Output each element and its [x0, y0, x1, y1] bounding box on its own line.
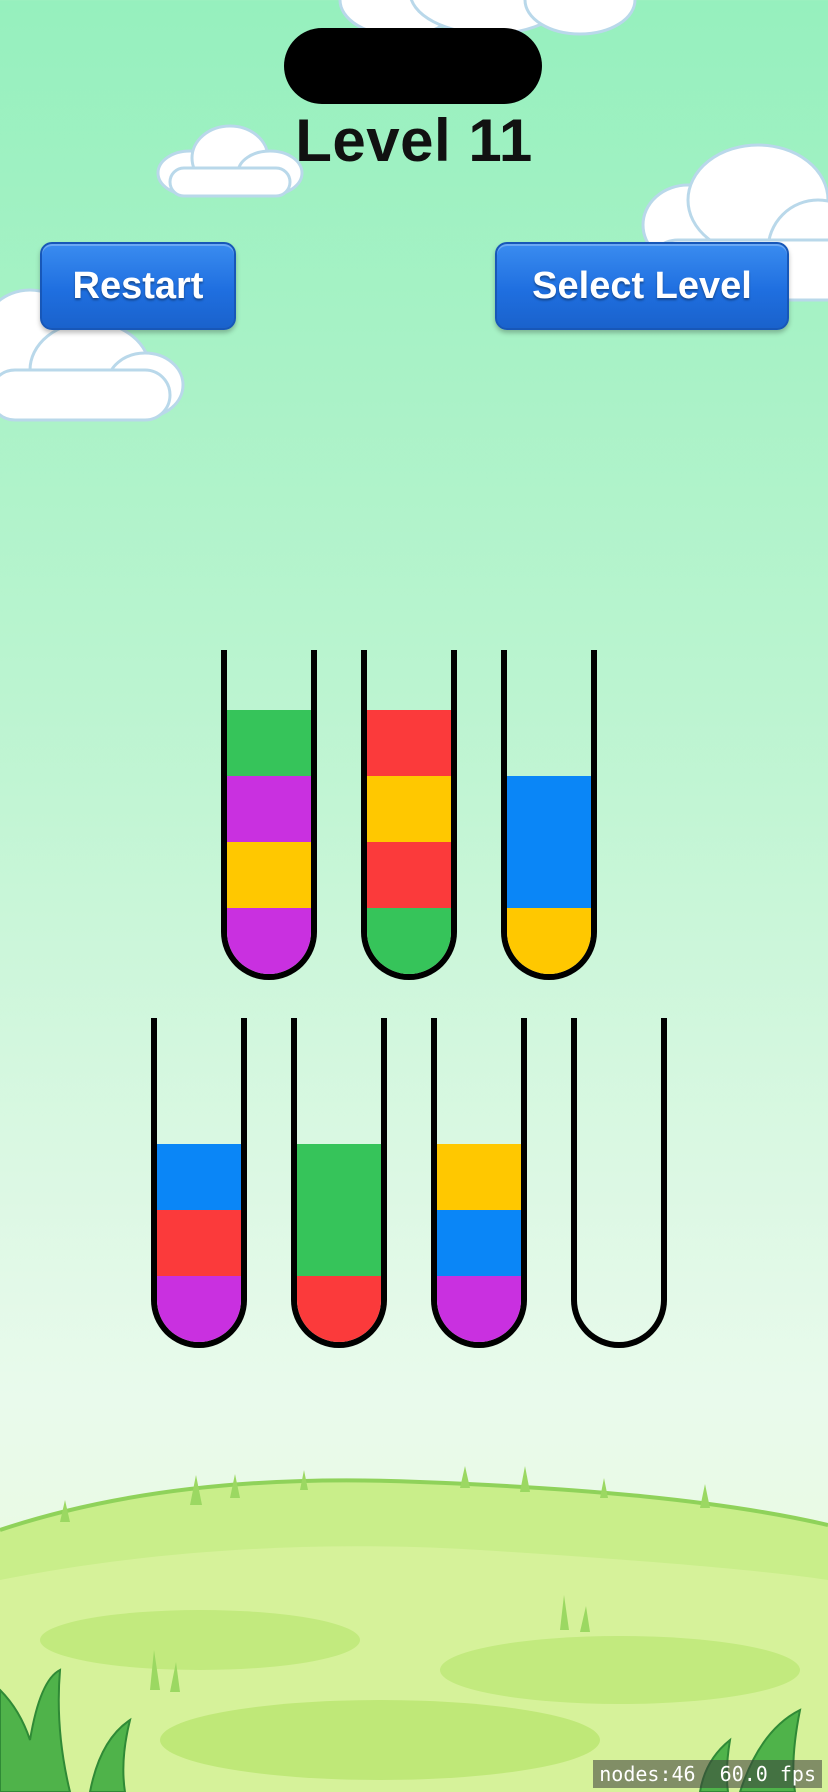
- liquid-layer-purple: [437, 1276, 521, 1342]
- select-level-button[interactable]: Select Level: [495, 242, 789, 330]
- liquid-layer-purple: [227, 908, 311, 974]
- game-scene: Level 11 Restart Select Level nodes:46 6…: [0, 0, 828, 1792]
- liquid-layer-yellow: [367, 776, 451, 842]
- tube-3[interactable]: [501, 650, 597, 980]
- nodes-count: nodes:46: [599, 1762, 696, 1786]
- grass-ground: [0, 1466, 828, 1792]
- liquid-layer-red: [297, 1276, 381, 1342]
- level-title: Level 11: [295, 107, 533, 174]
- liquid-layer-blue: [157, 1144, 241, 1210]
- liquid-layer-yellow: [227, 842, 311, 908]
- dynamic-island: [284, 28, 542, 104]
- liquid-layer-red: [367, 710, 451, 776]
- fps-readout: 60.0 fps: [719, 1762, 816, 1786]
- liquid-layer-yellow: [437, 1144, 521, 1210]
- tube-6[interactable]: [431, 1018, 527, 1348]
- liquid-layer-blue: [437, 1210, 521, 1276]
- tube-4[interactable]: [151, 1018, 247, 1348]
- tube-5[interactable]: [291, 1018, 387, 1348]
- liquid-layer-red: [367, 842, 451, 908]
- liquid-layer-purple: [227, 776, 311, 842]
- liquid-layer-green: [297, 1144, 381, 1210]
- liquid-layer-red: [157, 1210, 241, 1276]
- tube-1[interactable]: [221, 650, 317, 980]
- liquid-layer-purple: [157, 1276, 241, 1342]
- liquid-layer-yellow: [507, 908, 591, 974]
- liquid-layer-green: [297, 1210, 381, 1276]
- debug-stats-overlay: nodes:46 60.0 fps: [593, 1760, 822, 1788]
- liquid-layer-green: [227, 710, 311, 776]
- tube-7[interactable]: [571, 1018, 667, 1348]
- liquid-layer-green: [367, 908, 451, 974]
- liquid-layer-blue: [507, 776, 591, 842]
- restart-button[interactable]: Restart: [40, 242, 236, 330]
- tube-2[interactable]: [361, 650, 457, 980]
- liquid-layer-blue: [507, 842, 591, 908]
